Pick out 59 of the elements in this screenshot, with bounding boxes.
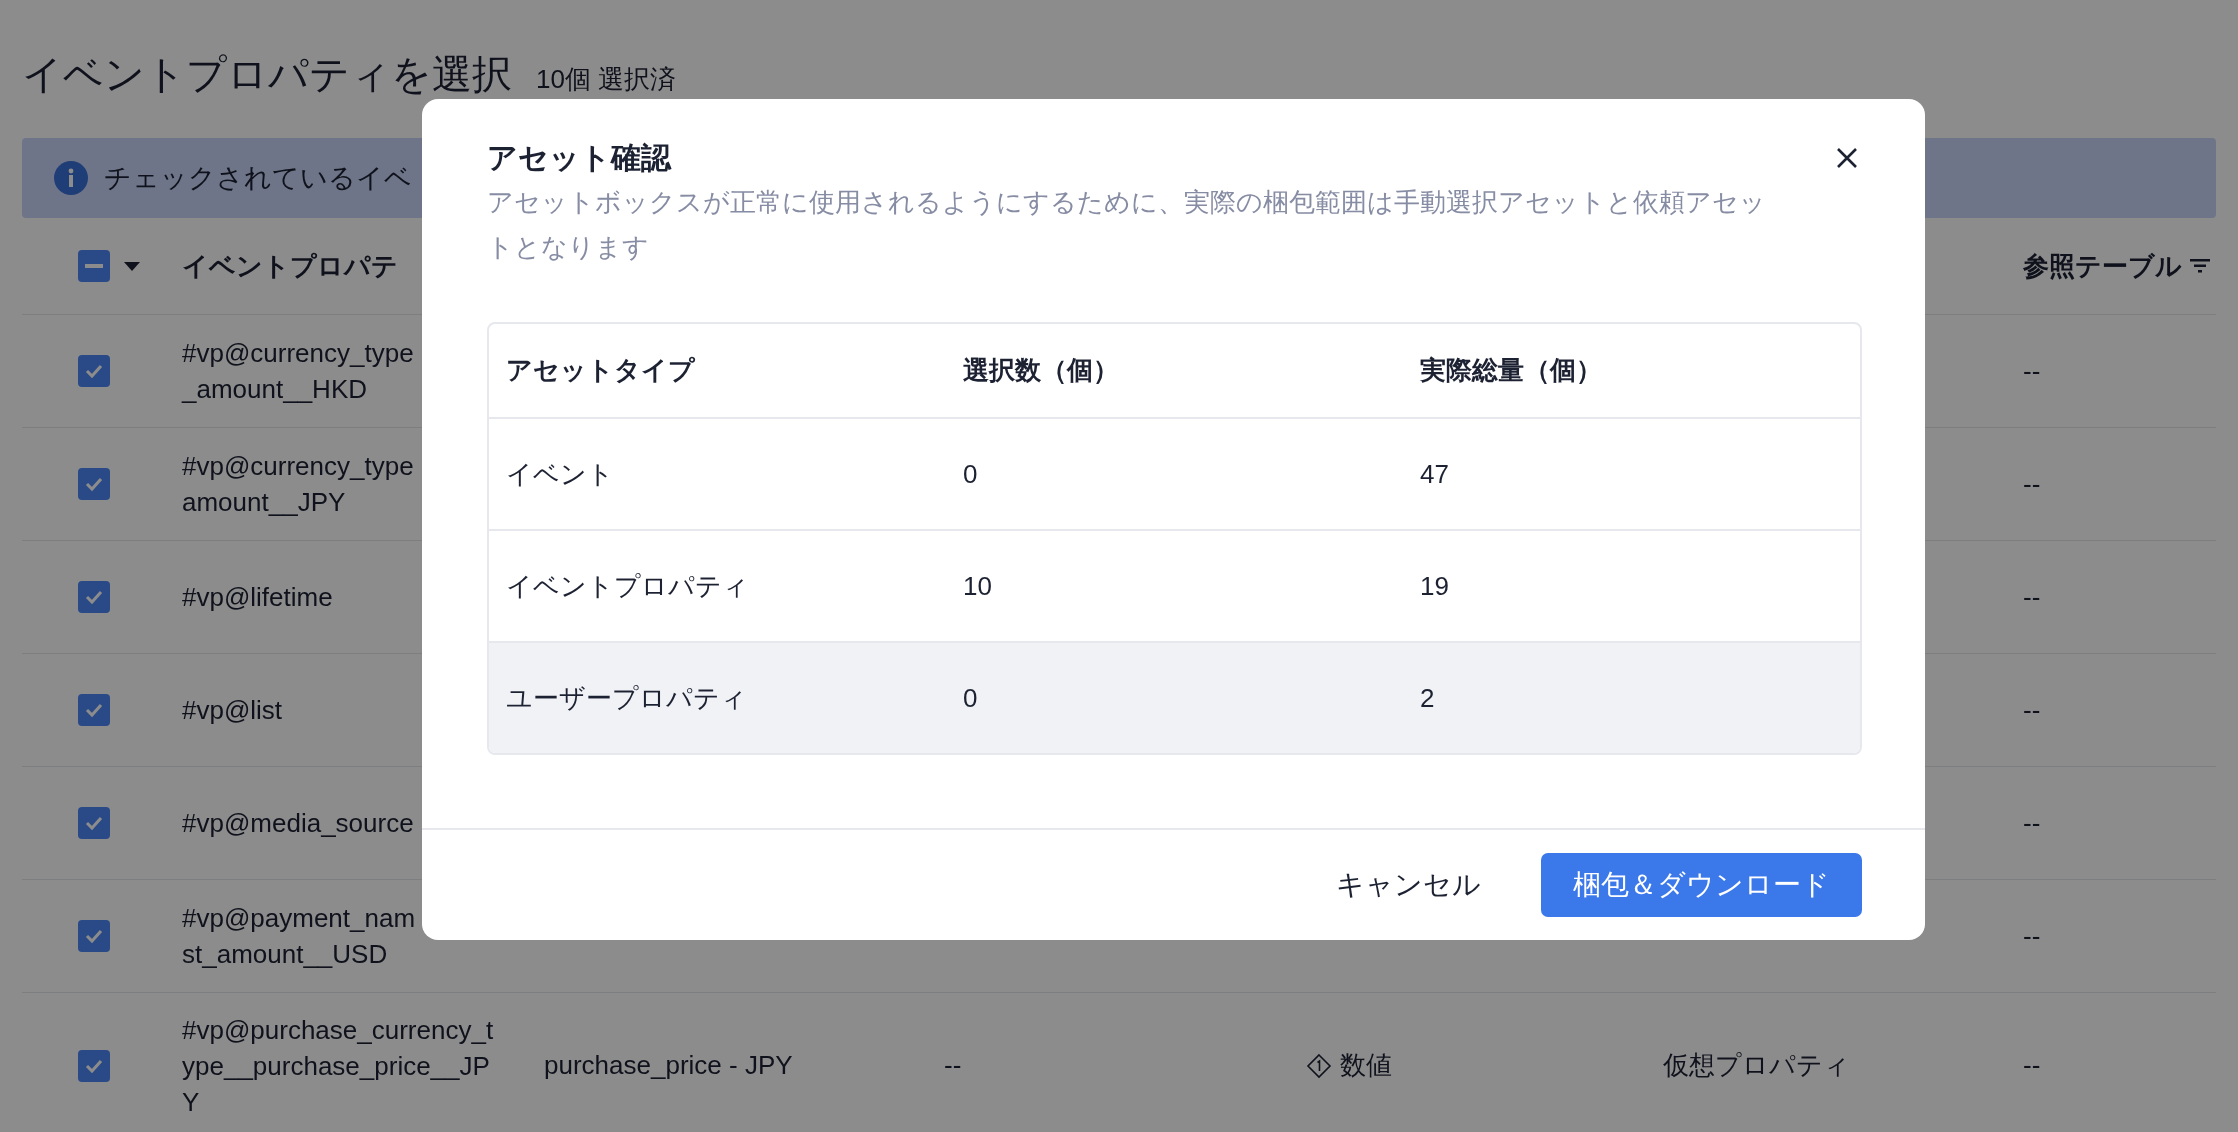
display-name: purchase_price - JPY xyxy=(544,1050,793,1080)
reference-table: -- xyxy=(2023,807,2041,838)
property-name: #vp@currency_type _amount__HKD xyxy=(182,338,414,404)
table-cell-text: 47 xyxy=(1419,457,1450,491)
table-cell-text: 10 xyxy=(962,569,993,603)
checkbox[interactable] xyxy=(78,694,110,726)
reference-table: -- xyxy=(2023,355,2041,386)
table-cell-text: 0 xyxy=(962,681,979,715)
property-name: #vp@currency_type amount__JPY xyxy=(182,451,414,517)
property-name: #vp@lifetime xyxy=(182,582,333,612)
page-title: イベントプロパティを選択 xyxy=(22,51,512,98)
check-icon xyxy=(84,815,104,831)
table-cell-text: 0 xyxy=(962,457,979,491)
table-cell-text: イベントプロパティ xyxy=(505,569,750,603)
reference-table: -- xyxy=(2023,581,2041,612)
column-header: 実際総量（個） xyxy=(1419,354,1603,387)
reference-table: -- xyxy=(2023,1050,2041,1080)
check-icon xyxy=(84,363,104,379)
check-icon xyxy=(84,1057,104,1074)
checkbox[interactable] xyxy=(78,250,110,282)
cancel-button[interactable]: キャンセル xyxy=(1330,863,1487,907)
column-header[interactable]: イベントプロパテ xyxy=(182,251,398,281)
column-header: 選択数（個） xyxy=(962,354,1120,387)
dialog-title: アセット確認 xyxy=(487,140,671,176)
filter-icon[interactable] xyxy=(2190,259,2210,273)
property-type: 仮想プロパティ xyxy=(1663,1050,1850,1080)
property-name: #vp@purchase_currency_t ype__purchase_price__JP Y xyxy=(182,1014,494,1117)
minus-icon xyxy=(85,264,103,268)
checkbox[interactable] xyxy=(78,1049,110,1082)
table-cell-text: ユーザープロパティ xyxy=(505,681,748,715)
property-name: #vp@list xyxy=(182,695,283,725)
banner-text: チェックされているイベ xyxy=(104,161,412,195)
table-cell-text: 2 xyxy=(1419,681,1436,715)
check-icon xyxy=(84,928,104,944)
table-cell-text: イベント xyxy=(505,457,615,491)
dialog-description: アセットボックスが正常に使用されるようにするために、実際の梱包範囲は手動選択アセットと依頼アセットとなります xyxy=(487,186,1767,264)
checkbox[interactable] xyxy=(78,920,110,952)
download-button[interactable]: 梱包＆ダウンロード xyxy=(1541,853,1862,917)
property-name: #vp@media_source xyxy=(182,808,414,838)
column-header[interactable]: 参照テーブル xyxy=(2023,246,2182,286)
data-type: 数値 xyxy=(1340,1049,1392,1082)
diamond-icon xyxy=(1306,1052,1332,1079)
reference-table: -- xyxy=(2023,468,2041,499)
info-icon xyxy=(54,161,88,195)
checkbox[interactable] xyxy=(78,807,110,839)
column-header: アセットタイプ xyxy=(505,354,696,387)
caret-icon[interactable] xyxy=(124,261,140,271)
selected-count: 10個 選択済 xyxy=(536,63,677,96)
check-icon xyxy=(84,476,104,492)
reference-table: -- xyxy=(2023,920,2041,951)
table-cell-text: 19 xyxy=(1419,569,1450,603)
checkbox[interactable] xyxy=(78,468,110,500)
check-icon xyxy=(84,589,104,605)
reference-table: -- xyxy=(2023,694,2041,725)
check-icon xyxy=(84,702,104,718)
checkbox[interactable] xyxy=(78,355,110,387)
property-name: #vp@payment_nam st_amount__USD xyxy=(182,903,416,969)
checkbox[interactable] xyxy=(78,581,110,613)
table-cell: -- xyxy=(944,1050,962,1080)
